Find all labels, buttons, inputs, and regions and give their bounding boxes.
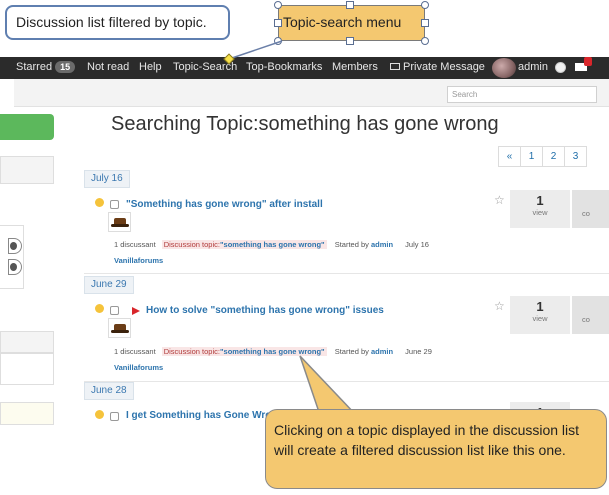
bottom-callout-pointer — [299, 355, 358, 416]
annotation-click-topic: Clicking on a topic displayed in the dis… — [265, 409, 607, 489]
menu-pointer-line — [228, 40, 283, 60]
annotation-click-topic-text: Clicking on a topic displayed in the dis… — [274, 422, 580, 458]
